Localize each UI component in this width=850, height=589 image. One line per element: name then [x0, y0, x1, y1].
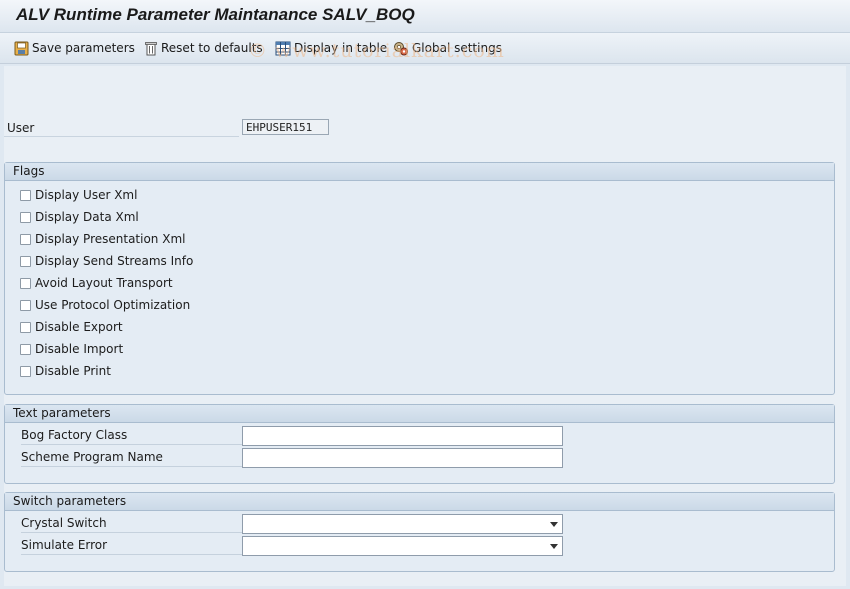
save-parameters-button[interactable]: Save parameters [14, 39, 135, 57]
checkbox[interactable] [20, 255, 31, 267]
window-title: ALV Runtime Parameter Maintanance SALV_B… [16, 5, 415, 24]
scheme-program-name-row: Scheme Program Name [21, 447, 242, 467]
flag-avoid-layout-transport[interactable]: Avoid Layout Transport [20, 275, 173, 291]
save-parameters-label: Save parameters [32, 41, 135, 55]
checkbox[interactable] [20, 299, 31, 311]
flag-label: Display User Xml [35, 188, 138, 202]
text-parameters-title: Text parameters [5, 405, 834, 423]
user-value-field: EHPUSER151 [242, 119, 329, 135]
flag-label: Display Presentation Xml [35, 232, 186, 246]
display-in-table-button[interactable]: Display in table [275, 39, 387, 57]
title-bar: ALV Runtime Parameter Maintanance SALV_B… [0, 0, 850, 33]
save-icon [14, 41, 29, 55]
user-label-underline [4, 136, 239, 137]
checkbox[interactable] [20, 211, 31, 223]
bog-factory-class-input[interactable] [242, 426, 563, 446]
simulate-error-label: Simulate Error [21, 538, 108, 552]
global-settings-button[interactable]: Global settings [393, 39, 502, 57]
flag-label: Display Data Xml [35, 210, 139, 224]
text-parameters-group: Text parameters Bog Factory Class Scheme… [4, 404, 835, 484]
display-in-table-label: Display in table [294, 41, 388, 55]
global-settings-label: Global settings [412, 41, 502, 55]
reset-to-defaults-button[interactable]: Reset to defaults [144, 39, 263, 57]
application-toolbar: Save parameters Reset to defaults Displa… [0, 33, 850, 64]
checkbox[interactable] [20, 277, 31, 289]
switch-parameters-title: Switch parameters [5, 493, 834, 511]
flags-group-title: Flags [5, 163, 834, 181]
flag-display-user-xml[interactable]: Display User Xml [20, 187, 137, 203]
checkbox[interactable] [20, 321, 31, 333]
flag-display-send-streams-info[interactable]: Display Send Streams Info [20, 253, 193, 269]
chevron-down-icon[interactable] [550, 544, 558, 549]
checkbox[interactable] [20, 189, 31, 201]
switch-parameters-group: Switch parameters Crystal Switch Simulat… [4, 492, 835, 572]
reset-to-defaults-label: Reset to defaults [161, 41, 263, 55]
flag-disable-export[interactable]: Disable Export [20, 319, 123, 335]
user-label: User [7, 121, 35, 135]
flag-label: Use Protocol Optimization [35, 298, 191, 312]
scheme-program-name-input[interactable] [242, 448, 563, 468]
checkbox[interactable] [20, 365, 31, 377]
chevron-down-icon[interactable] [550, 522, 558, 527]
settings-icon [394, 41, 408, 55]
flag-label: Disable Export [35, 320, 123, 334]
simulate-error-dropdown[interactable] [242, 536, 563, 556]
table-icon [275, 41, 291, 55]
flag-display-data-xml[interactable]: Display Data Xml [20, 209, 139, 225]
flag-display-presentation-xml[interactable]: Display Presentation Xml [20, 231, 185, 247]
checkbox[interactable] [20, 233, 31, 245]
flag-use-protocol-optimization[interactable]: Use Protocol Optimization [20, 297, 190, 313]
flag-disable-import[interactable]: Disable Import [20, 341, 123, 357]
flag-disable-print[interactable]: Disable Print [20, 363, 111, 379]
flag-label: Avoid Layout Transport [35, 276, 173, 290]
simulate-error-row: Simulate Error [21, 535, 242, 555]
flag-label: Disable Import [35, 342, 124, 356]
scheme-program-name-label: Scheme Program Name [21, 450, 163, 464]
flag-label: Disable Print [35, 364, 111, 378]
checkbox[interactable] [20, 343, 31, 355]
crystal-switch-label: Crystal Switch [21, 516, 107, 530]
flag-label: Display Send Streams Info [35, 254, 194, 268]
trash-icon [145, 41, 157, 55]
bog-factory-class-label: Bog Factory Class [21, 428, 128, 442]
bog-factory-class-row: Bog Factory Class [21, 425, 242, 445]
crystal-switch-row: Crystal Switch [21, 513, 242, 533]
crystal-switch-dropdown[interactable] [242, 514, 563, 534]
flags-group: Flags Display User Xml Display Data Xml … [4, 162, 835, 395]
